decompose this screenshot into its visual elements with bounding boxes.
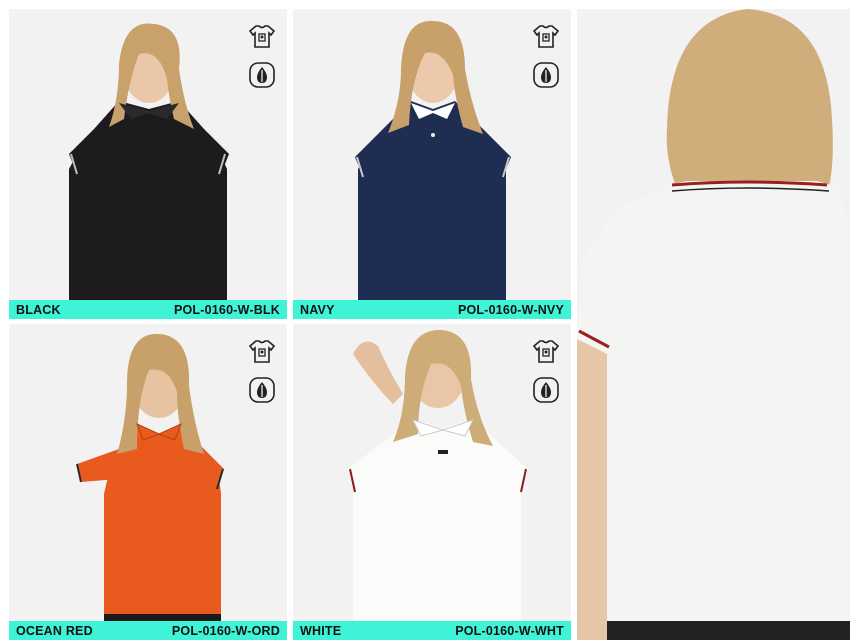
- product-photo: [293, 9, 571, 319]
- color-name: OCEAN RED: [16, 623, 93, 638]
- color-name: WHITE: [300, 623, 342, 638]
- feature-icons: [531, 336, 561, 405]
- color-label-bar: OCEAN RED POL-0160-W-ORD: [9, 621, 287, 640]
- tshirt-print-icon: [531, 336, 561, 366]
- product-sku: POL-0160-W-ORD: [171, 623, 280, 638]
- product-photo: [9, 324, 287, 640]
- product-grid: BLACK POL-0160-W-BLK NAVY POL-0160-W-NVY…: [0, 0, 859, 640]
- fabric-shield-icon: [531, 60, 561, 90]
- feature-icons: [531, 21, 561, 90]
- back-view-photo: [577, 9, 850, 640]
- product-photo: [293, 324, 571, 640]
- tshirt-print-icon: [531, 21, 561, 51]
- color-name: NAVY: [300, 302, 335, 317]
- product-card-black[interactable]: BLACK POL-0160-W-BLK: [9, 9, 287, 319]
- product-sku: POL-0160-W-WHT: [455, 623, 564, 638]
- product-back-view[interactable]: [577, 9, 850, 640]
- color-label-bar: WHITE POL-0160-W-WHT: [293, 621, 571, 640]
- product-card-navy[interactable]: NAVY POL-0160-W-NVY: [293, 9, 571, 319]
- product-sku: POL-0160-W-BLK: [173, 302, 280, 317]
- product-sku: POL-0160-W-NVY: [457, 302, 564, 317]
- color-label-bar: BLACK POL-0160-W-BLK: [9, 300, 287, 319]
- fabric-shield-icon: [247, 60, 277, 90]
- color-label-bar: NAVY POL-0160-W-NVY: [293, 300, 571, 319]
- feature-icons: [247, 336, 277, 405]
- feature-icons: [247, 21, 277, 90]
- color-name: BLACK: [16, 302, 61, 317]
- product-photo: [9, 9, 287, 319]
- tshirt-print-icon: [247, 21, 277, 51]
- fabric-shield-icon: [531, 375, 561, 405]
- product-card-white[interactable]: WHITE POL-0160-W-WHT: [293, 324, 571, 640]
- product-card-ocean-red[interactable]: OCEAN RED POL-0160-W-ORD: [9, 324, 287, 640]
- tshirt-print-icon: [247, 336, 277, 366]
- fabric-shield-icon: [247, 375, 277, 405]
